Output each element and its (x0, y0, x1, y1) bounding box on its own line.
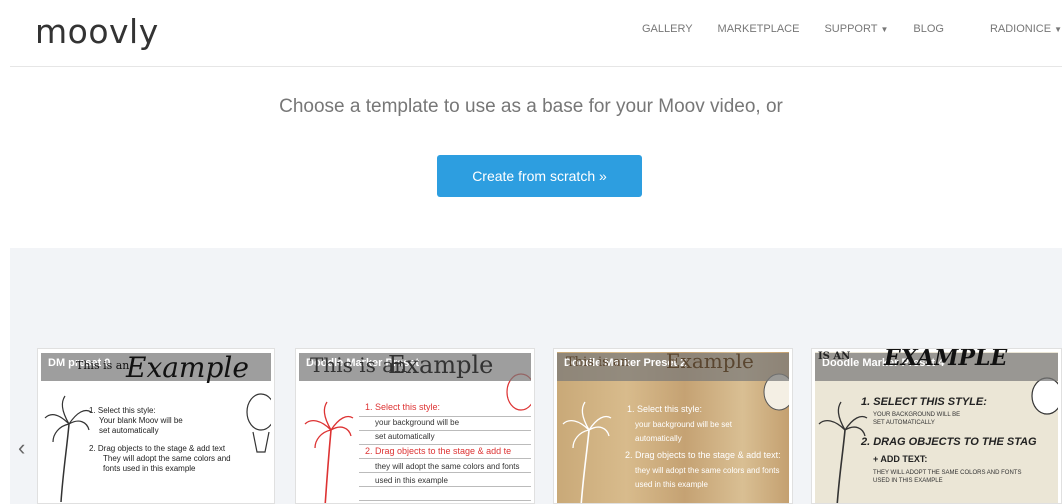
preview-line: used in this example (635, 480, 708, 489)
preview-line: 2. Drag objects to the stage & add text (89, 444, 226, 453)
preview-line: 1. Select this style: (89, 406, 156, 415)
nav-user-menu[interactable]: RADIONICE ▼ (990, 23, 1062, 35)
main-nav: GALLERY MARKETPLACE SUPPORT ▼ BLOG RADION… (617, 23, 1062, 35)
chevron-left-icon[interactable]: ‹ (18, 435, 25, 461)
template-preview-prefix: This is an (76, 359, 130, 372)
preview-line: set automatically (99, 426, 159, 435)
preview-line: THEY WILL ADOPT THE SAME COLORS AND FONT… (873, 470, 1022, 476)
template-preview-heading: Example (126, 351, 249, 384)
nav-support[interactable]: SUPPORT ▼ (824, 23, 888, 35)
preview-line: SET AUTOMATICALLY (873, 420, 935, 426)
template-gallery: ‹ 1. Select this style: Your blank Moov … (10, 248, 1062, 504)
preview-line: your background will be set (635, 420, 732, 429)
template-preview-heading: Example (388, 351, 494, 379)
preview-line: YOUR BACKGROUND WILL BE (873, 412, 961, 418)
create-from-scratch-button[interactable]: Create from scratch » (437, 155, 642, 197)
template-preview-text: 1. Select this style: your background wi… (557, 392, 789, 503)
template-preview-text: 1. Select this style: Your blank Moov wi… (41, 392, 271, 503)
nav-gallery[interactable]: GALLERY (642, 23, 693, 35)
preview-line: 1. SELECT THIS STYLE: (861, 396, 987, 408)
chevron-down-icon: ▼ (880, 25, 889, 34)
preview-line: Your blank Moov will be (99, 416, 183, 425)
nav-support-label: SUPPORT (824, 23, 878, 35)
template-preview-prefix: IS AN (818, 351, 851, 362)
preview-line: your background will be (375, 418, 460, 427)
preview-line: + ADD TEXT: (873, 454, 928, 464)
preview-line: automatically (635, 434, 682, 443)
template-preview-text: 1. Select this style: your background wi… (299, 392, 531, 503)
top-navbar: moovly GALLERY MARKETPLACE SUPPORT ▼ BLOG… (0, 0, 1062, 66)
preview-line: set automatically (375, 432, 435, 441)
preview-line: 2. DRAG OBJECTS TO THE STAG (861, 436, 1037, 448)
preview-line: they will adopt the same colors and font… (635, 466, 780, 475)
navbar-divider (10, 66, 1062, 67)
preview-line: 1. Select this style: (365, 402, 441, 412)
preview-line: used in this example (375, 476, 448, 485)
preview-line: 2. Drag objects to the stage & add te (365, 446, 512, 456)
nav-user-label: RADIONICE (989, 23, 1052, 35)
preview-line: they will adopt the same colors and font… (375, 462, 520, 471)
template-card-doodle-marker-preset-2[interactable]: 1. Select this style: your background wi… (553, 348, 793, 504)
preview-line: fonts used in this example (103, 464, 196, 473)
template-preview-text: 1. SELECT THIS STYLE: YOUR BACKGROUND WI… (815, 392, 1058, 503)
moovly-logo[interactable]: moovly (35, 12, 159, 51)
preview-line: 1. Select this style: (627, 404, 703, 414)
preview-line: They will adopt the same colors and (103, 454, 231, 463)
template-card-dm-preset-0[interactable]: 1. Select this style: Your blank Moov wi… (37, 348, 275, 504)
nav-marketplace[interactable]: MARKETPLACE (718, 23, 800, 35)
nav-blog[interactable]: BLOG (913, 23, 944, 35)
template-preview-prefix: This is an (566, 355, 630, 370)
template-preview-heading: Example (666, 349, 754, 373)
chevron-down-icon: ▼ (1054, 25, 1062, 34)
page-headline: Choose a template to use as a base for y… (279, 96, 783, 117)
preview-line: USED IN THIS EXAMPLE (873, 478, 943, 484)
preview-line: 2. Drag objects to the stage & add text: (625, 450, 781, 460)
template-card-doodle-marker-preset[interactable]: 1. Select this style: your background wi… (295, 348, 535, 504)
template-card-doodle-marker-preset-4[interactable]: 1. SELECT THIS STYLE: YOUR BACKGROUND WI… (811, 348, 1062, 504)
template-preview-heading: EXAMPLE (884, 348, 1008, 371)
